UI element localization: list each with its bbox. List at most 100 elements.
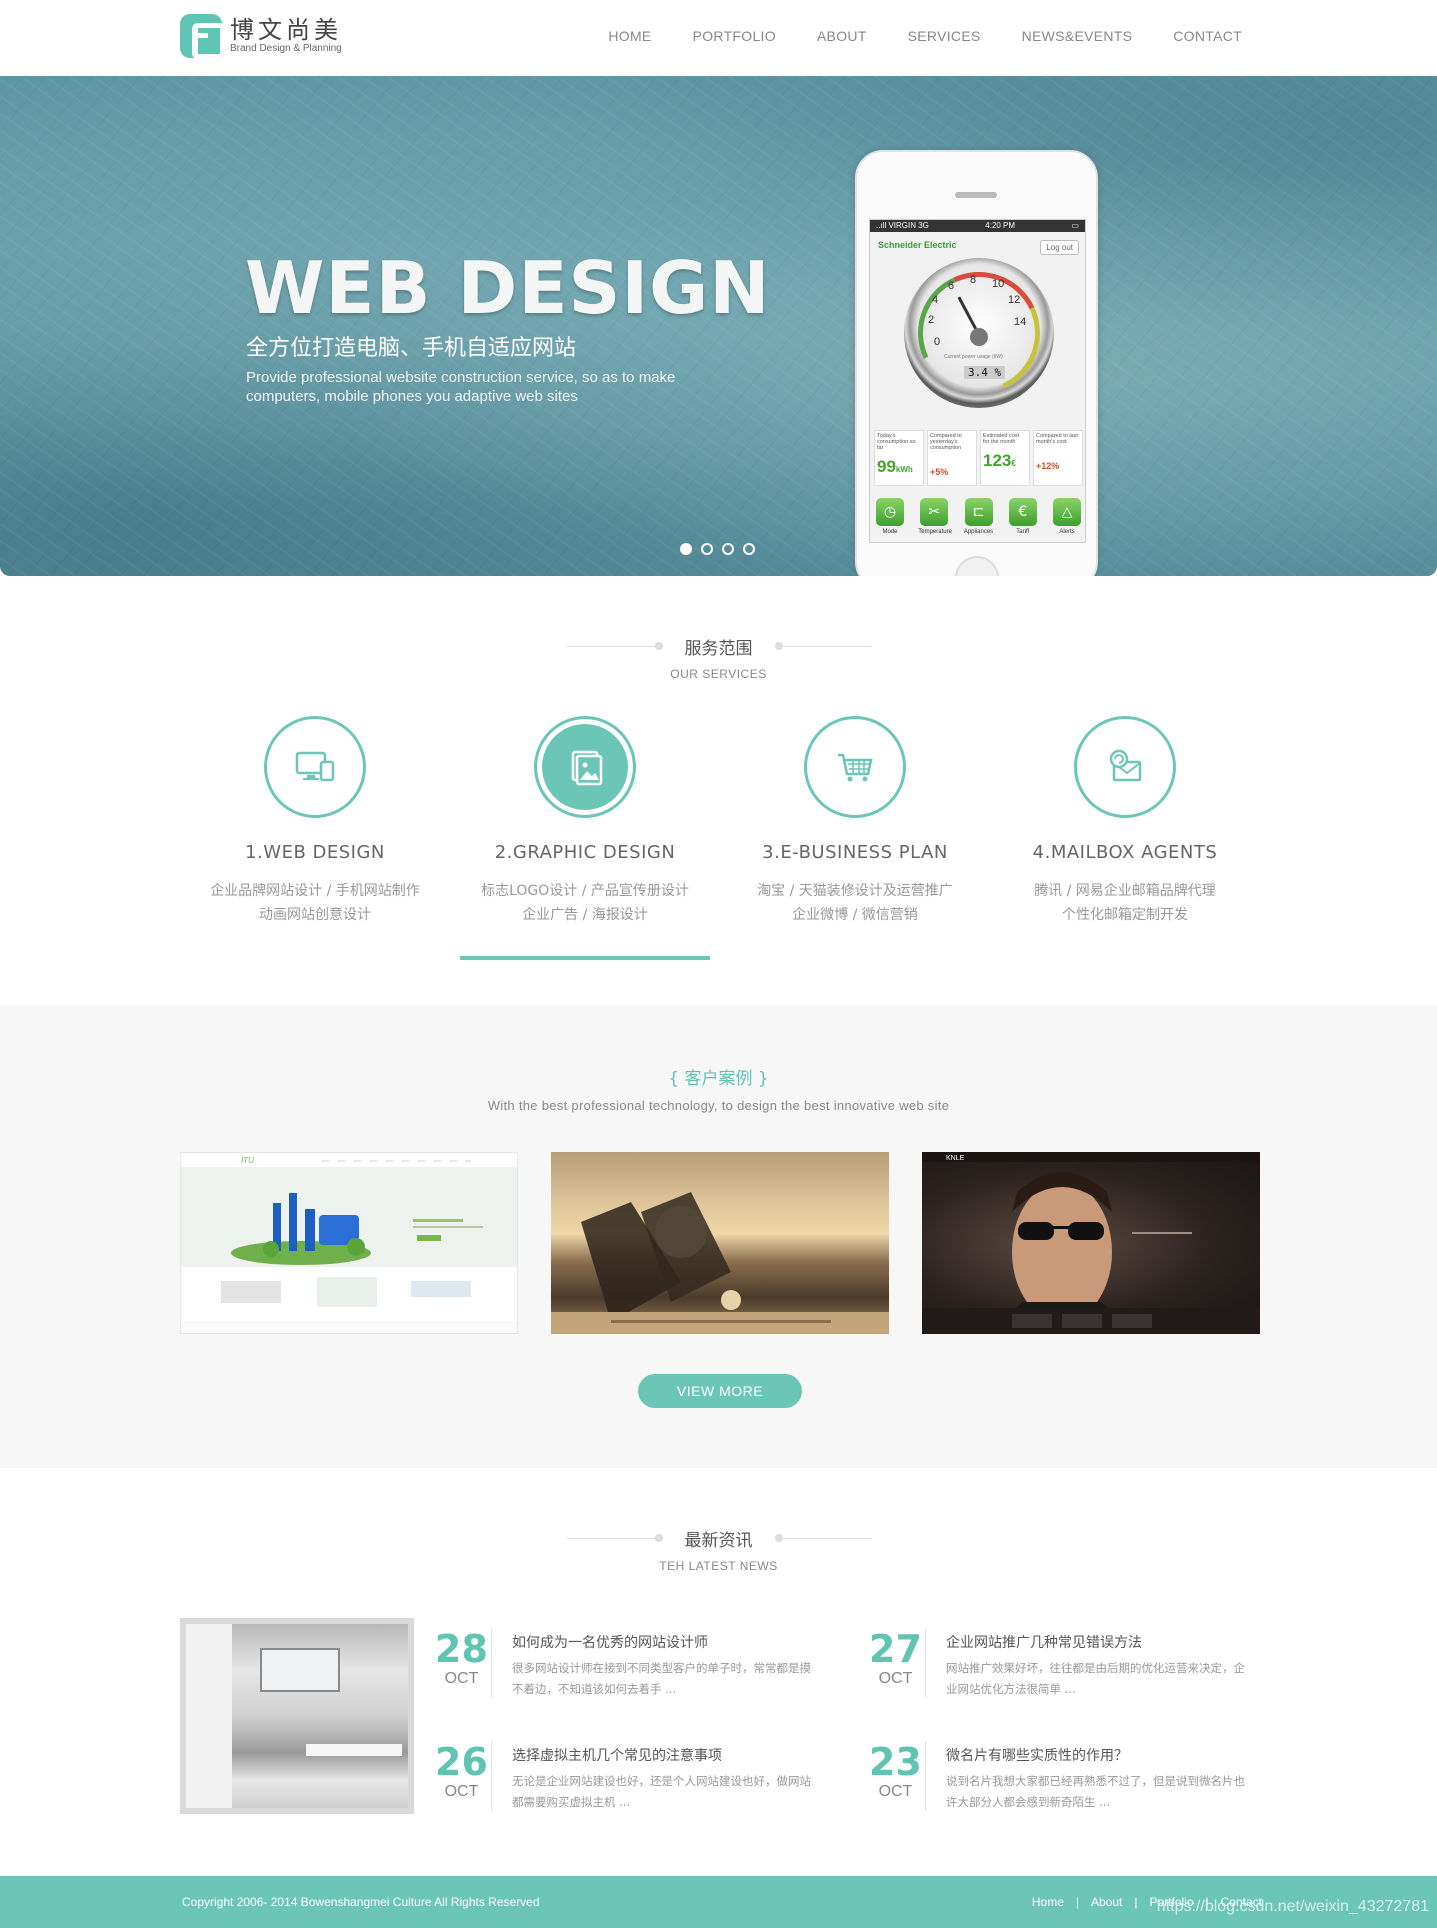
nav-services[interactable]: SERVICES (908, 28, 981, 44)
nav-about[interactable]: ABOUT (817, 28, 867, 44)
news-headline[interactable]: 企业网站推广几种常见错误方法 (946, 1632, 1142, 1652)
mode-icon: ◷ Mode (874, 498, 906, 535)
copyright-text: Copyright 2006- 2014 Bowenshangmei Cultu… (182, 1895, 540, 1909)
slider-dots (680, 543, 755, 555)
nav-portfolio[interactable]: PORTFOLIO (693, 28, 776, 44)
site-logo[interactable]: 博文尚美 Brand Design & Planning (180, 14, 342, 59)
news-day: 27 (869, 1627, 922, 1671)
service-web-design[interactable]: 1.WEB DESIGN 企业品牌网站设计 / 手机网站制作 动画网站创意设计 (180, 716, 450, 960)
phone-time: 4:20 PM (985, 221, 1016, 230)
stat-number: 99 (877, 457, 896, 476)
news-date: 26 OCT (432, 1741, 492, 1811)
service-title: 1.WEB DESIGN (245, 842, 385, 863)
mail-icon (1074, 716, 1176, 818)
stat-percent: +5% (930, 467, 949, 477)
phone-icon-bar: ◷ Mode ✂ Temperature ⊏ Appliances € Tariff △… (874, 498, 1083, 535)
divider-right (774, 1534, 871, 1542)
icon-label: Tariff (1016, 529, 1030, 535)
case-thumbnail-fashion[interactable]: KNLE (922, 1152, 1260, 1334)
svg-text:ITU: ITU (241, 1156, 254, 1165)
service-desc-line: 企业广告 / 海报设计 (522, 907, 648, 923)
logo-text: 博文尚美 Brand Design & Planning (230, 17, 342, 55)
news-item[interactable]: 27 OCT 企业网站推广几种常见错误方法 网站推广效果好坏，往往都是由后期的优… (866, 1628, 1246, 1708)
slider-dot[interactable] (701, 543, 713, 555)
services-title: 服务范围 (684, 639, 753, 659)
slider-dot[interactable] (743, 543, 755, 555)
service-title: 2.GRAPHIC DESIGN (494, 842, 676, 863)
case-thumbnail-sunset-chairs[interactable] (551, 1152, 889, 1334)
service-graphic-design[interactable]: 2.GRAPHIC DESIGN 标志LOGO设计 / 产品宣传册设计 企业广告… (450, 716, 720, 960)
service-desc-line: 个性化邮箱定制开发 (1062, 907, 1188, 923)
footer-link-about[interactable]: About (1091, 1895, 1122, 1909)
service-desc-line: 标志LOGO设计 / 产品宣传册设计 (481, 883, 689, 899)
service-title: 3.E-BUSINESS PLAN (762, 842, 948, 863)
news-headline[interactable]: 选择虚拟主机几个常见的注意事项 (512, 1745, 722, 1765)
gauge-icon: 0 2 4 6 8 10 12 14 Current power usage (… (900, 254, 1058, 412)
cart-icon (804, 716, 906, 818)
news-date: 27 OCT (866, 1628, 926, 1698)
gauge-label: 12 (1008, 294, 1021, 306)
stat-compare-yesterday: Compared to yesterday's consumption +5% (927, 430, 977, 486)
cases-title: { 客户案例 } (668, 1069, 769, 1089)
tariff-icon: € Tariff (1007, 498, 1039, 535)
service-description: 企业品牌网站设计 / 手机网站制作 动画网站创意设计 (180, 879, 450, 927)
stat-today: Today's consumption so far 99kWh (874, 430, 924, 486)
news-day: 23 (869, 1740, 922, 1784)
news-photo-office[interactable] (180, 1618, 414, 1814)
stat-percent: +12% (1036, 461, 1060, 471)
slider-dot[interactable] (722, 543, 734, 555)
services-list: 1.WEB DESIGN 企业品牌网站设计 / 手机网站制作 动画网站创意设计 … (180, 716, 1260, 960)
news-heading-wrap: 最新资讯 (566, 1526, 871, 1551)
gauge-label: 6 (948, 280, 955, 292)
phone-status-bar: ..ıll VIRGIN 3G 4:20 PM ▭ (870, 220, 1085, 232)
icon-label: Mode (882, 529, 898, 535)
office-image (186, 1624, 408, 1808)
nav-news-events[interactable]: NEWS&EVENTS (1022, 28, 1133, 44)
service-desc-line: 企业品牌网站设计 / 手机网站制作 (210, 883, 420, 899)
news-headline[interactable]: 微名片有哪些实质性的作用？ (946, 1745, 1128, 1765)
stat-compare-month: Compared to last month's cost +12% (1033, 430, 1083, 486)
site-footer: Copyright 2006- 2014 Bowenshangmei Cultu… (0, 1876, 1437, 1928)
nav-home[interactable]: HOME (608, 28, 651, 44)
hero-banner: WEB DESIGN 全方位打造电脑、手机自适应网站 Provide profe… (0, 76, 1437, 576)
office-window (260, 1648, 340, 1692)
news-date: 23 OCT (866, 1741, 926, 1811)
news-excerpt: 无论是企业网站建设也好，还是个人网站建设也好，做网站都需要购买虚拟主机 ... (512, 1774, 811, 1809)
news-day: 28 (435, 1627, 488, 1671)
gauge-caption: Current power usage (kW) (944, 354, 1003, 360)
stat-value: 99kWh (877, 457, 921, 477)
phone-screen: ..ıll VIRGIN 3G 4:20 PM ▭ Schneider Elec… (869, 219, 1086, 543)
news-item[interactable]: 23 OCT 微名片有哪些实质性的作用？ 说到名片我想大家都已经再熟悉不过了，但… (866, 1741, 1246, 1821)
news-date: 28 OCT (432, 1628, 492, 1698)
gauge-reading: 3.4 % (964, 366, 1006, 379)
news-month: OCT (444, 1670, 479, 1687)
logo-mark-icon (180, 14, 225, 59)
battery-icon: ▭ (1071, 221, 1079, 230)
service-e-business-plan[interactable]: 3.E-BUSINESS PLAN 淘宝 / 天猫装修设计及运营推广 企业微博 … (720, 716, 990, 960)
phone-brand: Schneider Electric (878, 240, 957, 250)
services-heading-wrap: 服务范围 (566, 634, 871, 659)
main-nav: HOME PORTFOLIO ABOUT SERVICES NEWS&EVENT… (608, 28, 1242, 44)
divider-left (566, 642, 663, 650)
gauge-label: 8 (970, 274, 977, 286)
footer-separator: | (1134, 1895, 1138, 1909)
alerts-icon: △ Alerts (1051, 498, 1083, 535)
stat-unit: € (1011, 459, 1016, 468)
nav-contact[interactable]: CONTACT (1173, 28, 1242, 44)
slider-dot[interactable] (680, 543, 692, 555)
news-month: OCT (878, 1783, 913, 1800)
divider-right (774, 642, 871, 650)
phone-logout-button: Log out (1040, 240, 1079, 255)
news-item[interactable]: 28 OCT 如何成为一名优秀的网站设计师 很多网站设计师在接到不同类型客户的单… (432, 1628, 812, 1708)
footer-link-home[interactable]: Home (1032, 1895, 1064, 1909)
service-mailbox-agents[interactable]: 4.MAILBOX AGENTS 腾讯 / 网易企业邮箱品牌代理 个性化邮箱定制… (990, 716, 1260, 960)
office-desk (306, 1744, 402, 1756)
news-day: 26 (435, 1740, 488, 1784)
service-desc-line: 企业微博 / 微信营销 (792, 907, 918, 923)
news-item[interactable]: 26 OCT 选择虚拟主机几个常见的注意事项 无论是企业网站建设也好，还是个人网… (432, 1741, 812, 1821)
news-excerpt: 说到名片我想大家都已经再熟悉不过了，但是说到微名片也许大部分人都会感到新奇陌生 … (946, 1774, 1245, 1809)
news-headline[interactable]: 如何成为一名优秀的网站设计师 (512, 1632, 708, 1652)
gauge-reading-value: 3.4 (968, 366, 988, 379)
case-thumbnail-industrial[interactable]: ITU (180, 1152, 518, 1334)
view-more-button[interactable]: VIEW MORE (638, 1374, 802, 1408)
